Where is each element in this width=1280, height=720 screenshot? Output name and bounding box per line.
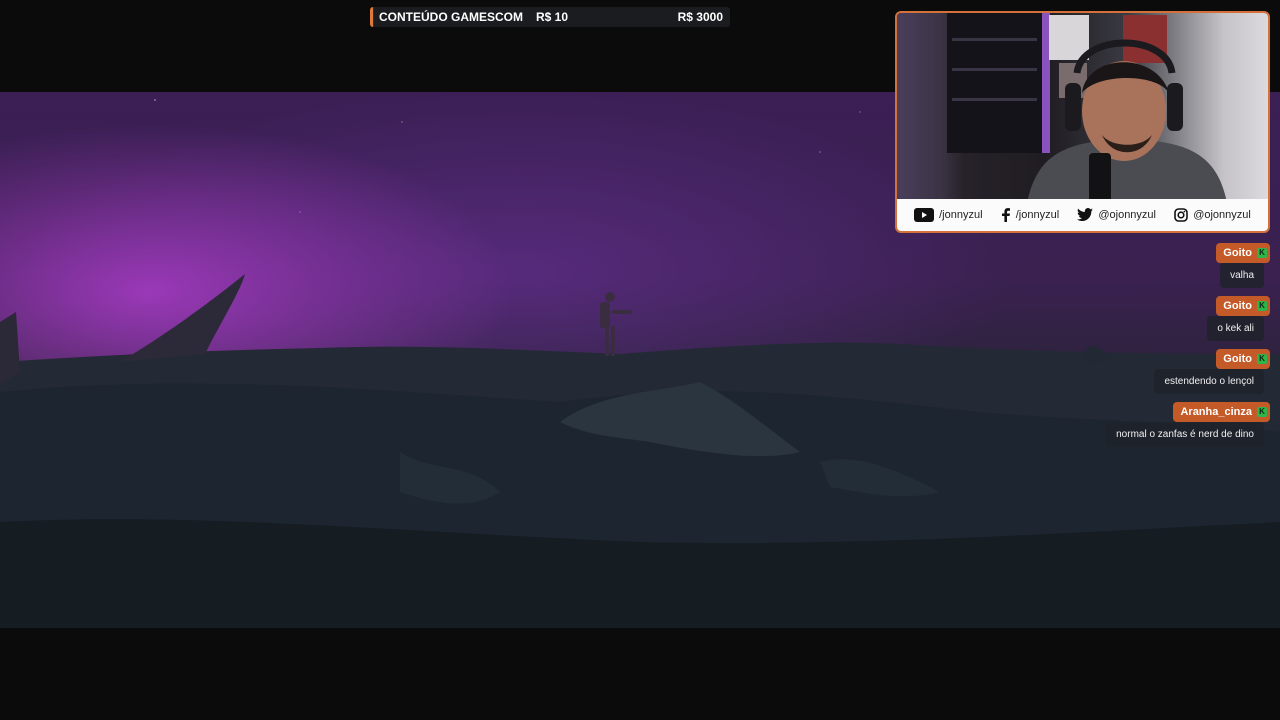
facebook-link[interactable]: /jonnyzul bbox=[1001, 208, 1059, 222]
chat-message: Goito K valha bbox=[970, 243, 1270, 288]
social-links-bar: /jonnyzul /jonnyzul @ojonnyzul @ojonnyzu… bbox=[897, 199, 1268, 231]
chat-username: Goito K bbox=[1216, 243, 1270, 263]
chat-badge-icon: K bbox=[1257, 354, 1267, 364]
twitter-icon bbox=[1077, 208, 1094, 222]
instagram-handle: @ojonnyzul bbox=[1193, 209, 1251, 221]
webcam-panel: /jonnyzul /jonnyzul @ojonnyzul @ojonnyzu… bbox=[895, 11, 1270, 233]
chat-text: valha bbox=[1220, 263, 1264, 288]
chat-message: Goito K estendendo o lençol bbox=[970, 349, 1270, 394]
chat-badge-icon: K bbox=[1257, 248, 1267, 258]
twitter-link[interactable]: @ojonnyzul bbox=[1077, 208, 1156, 222]
chat-text: estendendo o lençol bbox=[1154, 369, 1264, 394]
instagram-icon bbox=[1174, 208, 1189, 222]
chat-message: Goito K o kek ali bbox=[970, 296, 1270, 341]
chat-overlay: Goito K valha Goito K o kek ali Goito K est… bbox=[970, 243, 1270, 455]
youtube-icon bbox=[914, 208, 935, 222]
webcam-feed bbox=[897, 13, 1268, 203]
chat-text: o kek ali bbox=[1207, 316, 1264, 341]
facebook-icon bbox=[1001, 208, 1011, 222]
twitter-handle: @ojonnyzul bbox=[1098, 209, 1156, 221]
chat-username: Aranha_cinza K bbox=[1173, 402, 1270, 422]
chat-badge-icon: K bbox=[1257, 407, 1267, 417]
goal-title: CONTEÚDO GAMESCOM bbox=[379, 10, 523, 24]
youtube-handle: /jonnyzul bbox=[939, 209, 983, 221]
facebook-handle: /jonnyzul bbox=[1015, 209, 1060, 221]
chat-message: Aranha_cinza K normal o zanfas é nerd de … bbox=[970, 402, 1270, 447]
goal-current-amount: R$ 10 bbox=[536, 10, 569, 24]
goal-target-amount: R$ 3000 bbox=[677, 10, 723, 24]
chat-username: Goito K bbox=[1216, 349, 1270, 369]
streamer-silhouette bbox=[947, 13, 1227, 203]
instagram-link[interactable]: @ojonnyzul bbox=[1174, 208, 1251, 222]
youtube-link[interactable]: /jonnyzul bbox=[914, 208, 983, 222]
goal-progress-fill bbox=[373, 7, 375, 27]
chat-username: Goito K bbox=[1216, 296, 1270, 316]
chat-badge-icon: K bbox=[1257, 301, 1267, 311]
donation-goal-bar: CONTEÚDO GAMESCOM R$ 10 R$ 3000 bbox=[370, 7, 730, 27]
chat-text: normal o zanfas é nerd de dino bbox=[1106, 422, 1264, 447]
